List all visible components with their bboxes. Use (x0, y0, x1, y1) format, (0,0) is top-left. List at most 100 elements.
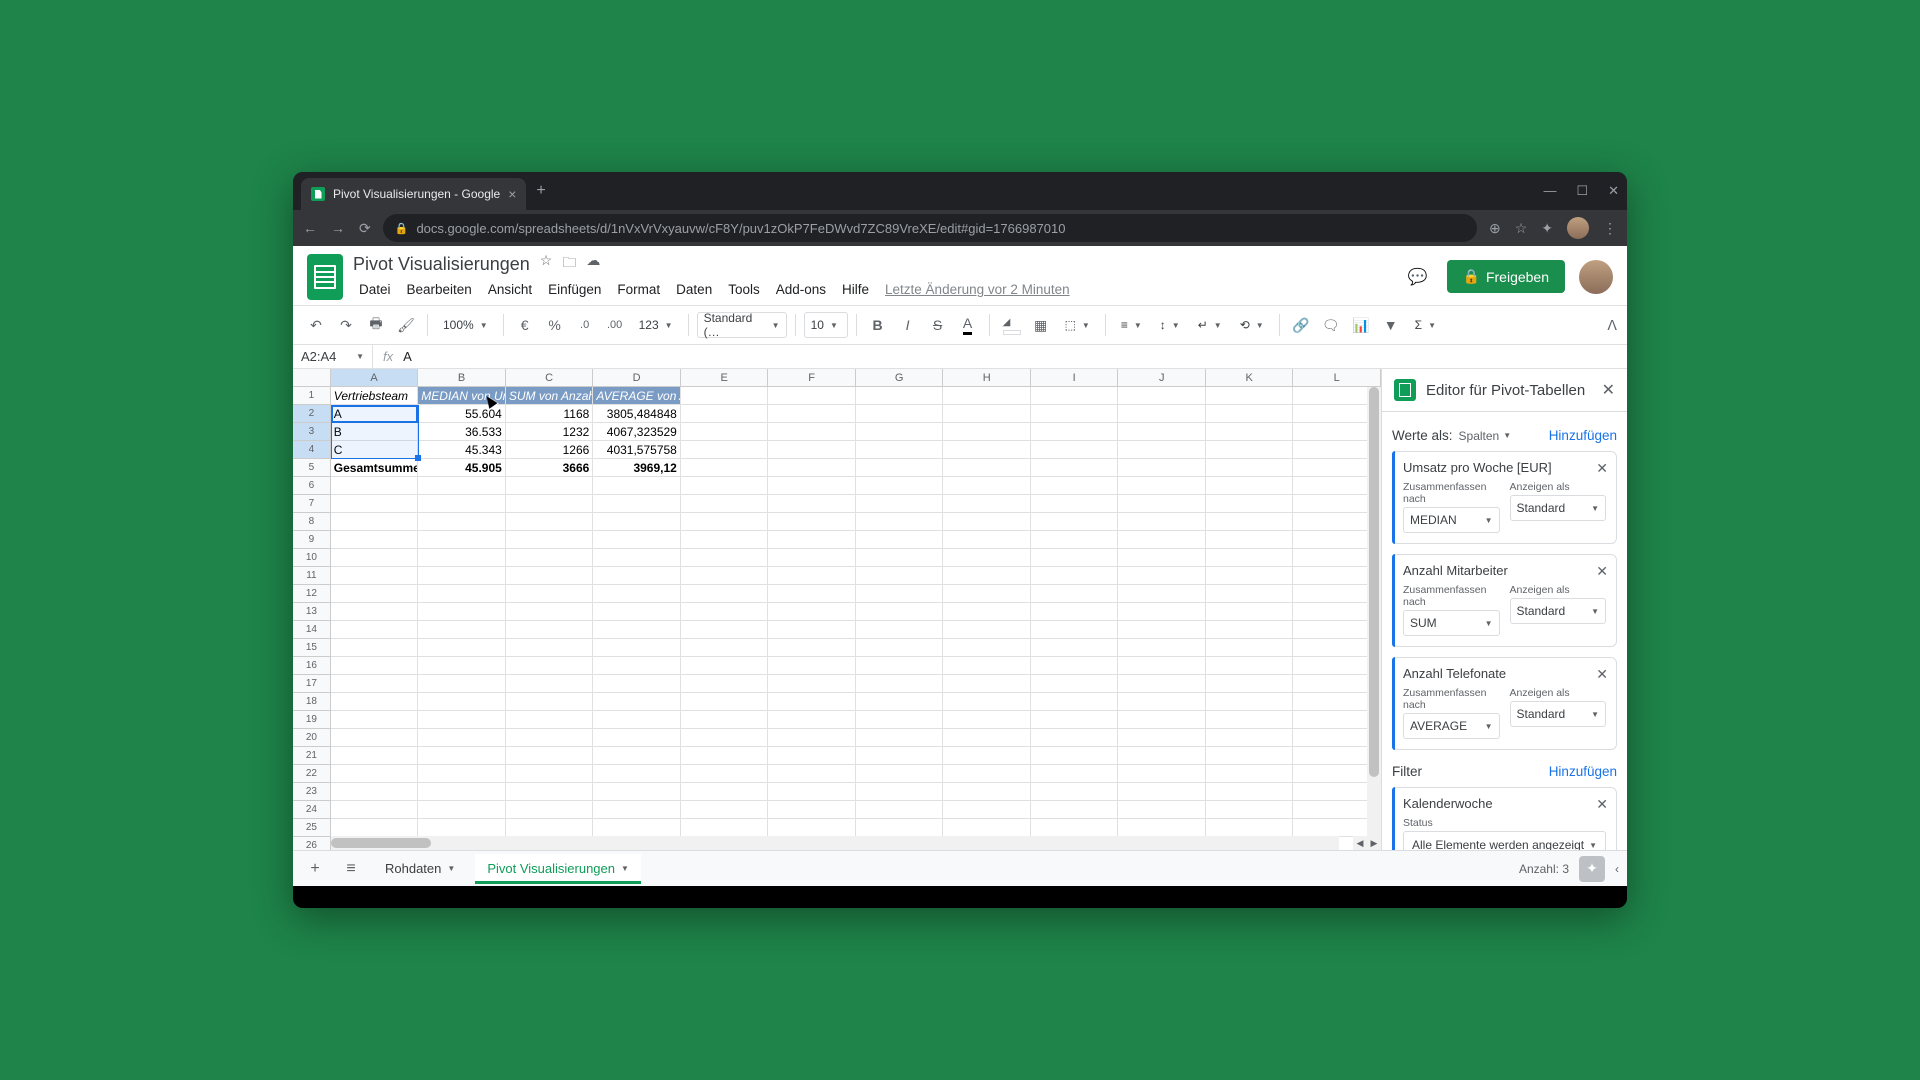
menu-hilfe[interactable]: Hilfe (836, 278, 875, 301)
cell[interactable] (768, 477, 856, 495)
cell[interactable] (331, 603, 419, 621)
col-header-G[interactable]: G (856, 369, 944, 386)
number-format-select[interactable]: 123▼ (632, 312, 680, 338)
cell[interactable] (768, 423, 856, 441)
cell[interactable] (681, 549, 769, 567)
cell[interactable] (681, 585, 769, 603)
cell[interactable] (856, 621, 944, 639)
filter-button[interactable]: ▼ (1378, 312, 1404, 338)
back-icon[interactable]: ← (303, 220, 317, 237)
cell[interactable] (1118, 387, 1206, 405)
cell[interactable] (856, 513, 944, 531)
col-header-C[interactable]: C (506, 369, 594, 386)
cell[interactable] (593, 513, 681, 531)
cell[interactable] (1031, 477, 1119, 495)
cell[interactable] (943, 657, 1031, 675)
cell[interactable] (418, 477, 506, 495)
cell[interactable] (768, 783, 856, 801)
cell[interactable] (681, 801, 769, 819)
star-doc-icon[interactable]: ☆ (540, 252, 553, 276)
cell[interactable] (681, 441, 769, 459)
cell[interactable] (418, 765, 506, 783)
close-window-icon[interactable]: ✕ (1608, 183, 1619, 199)
cell[interactable] (506, 819, 594, 837)
cell[interactable] (593, 495, 681, 513)
cell[interactable] (768, 585, 856, 603)
cell[interactable] (331, 477, 419, 495)
cell[interactable] (856, 405, 944, 423)
cell[interactable] (1118, 549, 1206, 567)
cell[interactable] (331, 765, 419, 783)
new-tab-button[interactable]: + (536, 182, 545, 200)
cell[interactable] (768, 603, 856, 621)
functions-button[interactable]: Σ▼ (1408, 312, 1443, 338)
sheets-logo-icon[interactable] (307, 254, 343, 300)
cell[interactable] (506, 657, 594, 675)
valign-button[interactable]: ↕▼ (1153, 312, 1187, 338)
cell[interactable] (1118, 567, 1206, 585)
remove-value-icon[interactable]: ✕ (1596, 460, 1608, 477)
italic-button[interactable]: I (895, 312, 921, 338)
cell[interactable] (1031, 531, 1119, 549)
remove-value-icon[interactable]: ✕ (1596, 563, 1608, 580)
cell[interactable] (418, 747, 506, 765)
print-icon[interactable]: 🖶 (363, 312, 389, 338)
menu-daten[interactable]: Daten (670, 278, 718, 301)
cell[interactable] (1031, 819, 1119, 837)
cell[interactable]: C (331, 441, 419, 459)
redo-icon[interactable]: ↷ (333, 312, 359, 338)
row-header[interactable]: 26 (293, 837, 331, 850)
cell[interactable] (768, 693, 856, 711)
cell[interactable] (593, 531, 681, 549)
remove-value-icon[interactable]: ✕ (1596, 666, 1608, 683)
cell[interactable] (856, 639, 944, 657)
row-header[interactable]: 23 (293, 783, 331, 801)
cell[interactable] (331, 585, 419, 603)
summarize-select[interactable]: MEDIAN▼ (1403, 507, 1500, 533)
cell[interactable] (1031, 441, 1119, 459)
col-header-H[interactable]: H (943, 369, 1031, 386)
collapse-toolbar-icon[interactable]: ᐱ (1607, 317, 1617, 334)
comments-icon[interactable]: 💬 (1403, 262, 1433, 292)
menu-dots-icon[interactable]: ⋮ (1603, 220, 1617, 237)
percent-button[interactable]: % (542, 312, 568, 338)
cell[interactable] (1031, 585, 1119, 603)
cell[interactable] (1206, 405, 1294, 423)
cell[interactable]: AVERAGE von A (593, 387, 681, 405)
bold-button[interactable]: B (865, 312, 891, 338)
cell[interactable] (681, 729, 769, 747)
address-bar[interactable]: 🔒 docs.google.com/spreadsheets/d/1nVxVrV… (383, 214, 1477, 242)
zoom-select[interactable]: 100%▼ (436, 312, 495, 338)
cell[interactable] (418, 657, 506, 675)
cell[interactable] (943, 423, 1031, 441)
cell[interactable] (1118, 495, 1206, 513)
profile-avatar-icon[interactable] (1567, 217, 1589, 239)
cell[interactable] (768, 441, 856, 459)
cell[interactable] (1206, 477, 1294, 495)
cell[interactable] (593, 567, 681, 585)
cell[interactable] (1118, 639, 1206, 657)
vertical-scrollbar[interactable] (1367, 387, 1381, 850)
rotate-button[interactable]: ⟲▼ (1233, 312, 1271, 338)
menu-einfügen[interactable]: Einfügen (542, 278, 607, 301)
spreadsheet-grid[interactable]: ABCDEFGHIJKL1VertriebsteamMEDIAN von UmS… (293, 369, 1381, 850)
cell[interactable] (418, 711, 506, 729)
row-header[interactable]: 24 (293, 801, 331, 819)
cell[interactable] (1206, 441, 1294, 459)
cell[interactable] (1206, 567, 1294, 585)
cell[interactable] (681, 765, 769, 783)
cell[interactable] (418, 567, 506, 585)
show-as-select[interactable]: Standard▼ (1510, 701, 1607, 727)
cell[interactable] (856, 549, 944, 567)
cell[interactable] (681, 621, 769, 639)
cell[interactable] (856, 765, 944, 783)
cell[interactable] (418, 603, 506, 621)
row-header[interactable]: 9 (293, 531, 331, 549)
formula-bar[interactable]: A (403, 349, 412, 364)
cell[interactable] (331, 711, 419, 729)
cell[interactable] (506, 477, 594, 495)
halign-button[interactable]: ≡▼ (1114, 312, 1149, 338)
cell[interactable] (418, 531, 506, 549)
cell[interactable] (1118, 693, 1206, 711)
cell[interactable] (593, 819, 681, 837)
